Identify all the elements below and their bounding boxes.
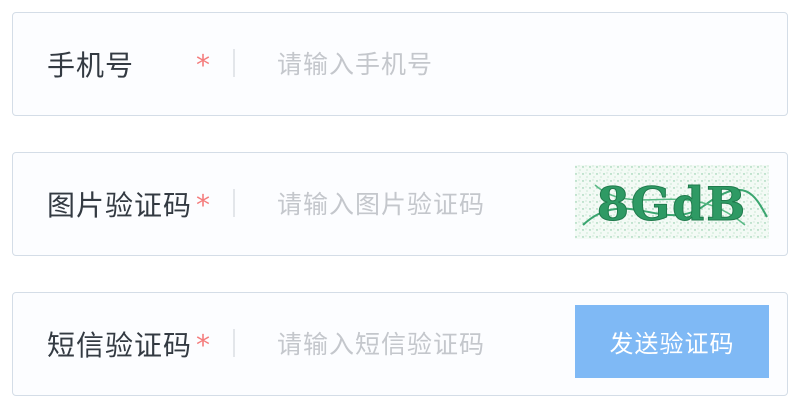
verification-form: 手机号 * 图片验证码 * 8GdB bbox=[12, 12, 788, 396]
image-captcha-required-mark: * bbox=[196, 188, 210, 222]
captcha-graphic: 8GdB bbox=[575, 165, 769, 239]
sms-code-label: 短信验证码 bbox=[47, 329, 193, 362]
phone-divider bbox=[233, 49, 235, 77]
phone-input[interactable] bbox=[277, 42, 747, 86]
phone-label: 手机号 bbox=[47, 49, 135, 82]
captcha-text: 8GdB bbox=[597, 177, 747, 231]
captcha-image[interactable]: 8GdB bbox=[575, 165, 769, 239]
image-captcha-row: 图片验证码 * 8GdB bbox=[12, 152, 788, 256]
image-captcha-input[interactable] bbox=[277, 182, 567, 226]
sms-code-divider bbox=[233, 329, 235, 357]
send-sms-code-button[interactable]: 发送验证码 bbox=[575, 305, 769, 378]
phone-required-mark: * bbox=[196, 48, 210, 82]
phone-row: 手机号 * bbox=[12, 12, 788, 116]
sms-code-required-mark: * bbox=[196, 328, 210, 362]
image-captcha-divider bbox=[233, 189, 235, 217]
sms-code-input[interactable] bbox=[277, 322, 567, 366]
sms-code-row: 短信验证码 * 发送验证码 bbox=[12, 292, 788, 396]
image-captcha-label: 图片验证码 bbox=[47, 189, 193, 222]
